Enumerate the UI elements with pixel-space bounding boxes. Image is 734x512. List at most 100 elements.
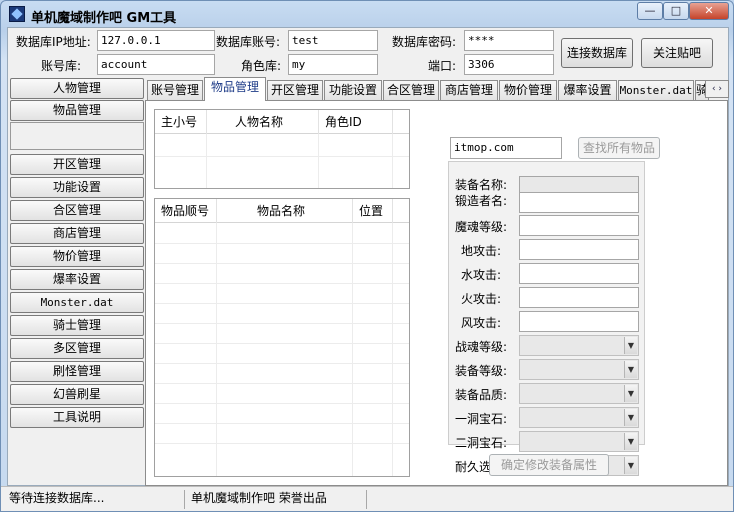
sidebar-item-monster-spawn[interactable]: 刷怪管理 (10, 361, 144, 382)
items-grid-header: 物品顺号 物品名称 位置 (155, 199, 409, 223)
items-grid-line (392, 223, 393, 476)
earth-attack-field[interactable] (519, 239, 639, 260)
sidebar-item-monster-dat[interactable]: Monster.dat (10, 292, 144, 313)
status-credits: 单机魔域制作吧 荣誉出品 (187, 490, 367, 509)
title-bar: 单机魔域制作吧 GM工具 — □ ✕ (1, 1, 733, 29)
roles-grid-line (318, 134, 319, 188)
role-db-field[interactable]: my (288, 54, 378, 75)
chevron-down-icon: ▼ (624, 457, 637, 474)
gem-slot-1-label: 一洞宝石: (455, 412, 508, 426)
items-grid-row (155, 323, 409, 324)
sidebar-item-items[interactable]: 物品管理 (10, 100, 144, 121)
roles-grid-line (206, 134, 207, 188)
tab-scroll-arrows[interactable]: ‹ › (705, 80, 729, 98)
equip-name-field[interactable] (519, 176, 639, 193)
sidebar-item-shop[interactable]: 商店管理 (10, 223, 144, 244)
sidebar-item-help[interactable]: 工具说明 (10, 407, 144, 428)
status-connection: 等待连接数据库... (5, 490, 185, 509)
close-button[interactable]: ✕ (689, 2, 729, 20)
sidebar-item-prices[interactable]: 物价管理 (10, 246, 144, 267)
sidebar-item-pet-star[interactable]: 幻兽刷星 (10, 384, 144, 405)
tab-features[interactable]: 功能设置 (324, 80, 382, 100)
tab-droprate[interactable]: 爆率设置 (558, 80, 617, 100)
db-account-label: 数据库账号: (216, 35, 281, 49)
status-extra (369, 490, 725, 509)
item-search-field[interactable]: itmop.com (450, 137, 562, 159)
chevron-down-icon: ▼ (624, 361, 637, 378)
items-col-seq[interactable]: 物品顺号 (155, 199, 217, 223)
fire-attack-label: 火攻击: (461, 292, 502, 306)
sidebar-spacer (10, 122, 144, 150)
items-grid-row (155, 343, 409, 344)
db-account-field[interactable]: test (288, 30, 378, 51)
wind-attack-field[interactable] (519, 311, 639, 332)
water-attack-field[interactable] (519, 263, 639, 284)
app-window: 单机魔域制作吧 GM工具 — □ ✕ 数据库IP地址: 127.0.0.1 数据… (0, 0, 734, 512)
gem-slot-1-select[interactable]: ▼ (519, 407, 639, 428)
items-grid-row (155, 243, 409, 244)
roles-grid-row (155, 156, 409, 157)
war-soul-level-label: 战魂等级: (455, 340, 508, 354)
db-ip-field[interactable]: 127.0.0.1 (97, 30, 215, 51)
sidebar-item-knight[interactable]: 骑士管理 (10, 315, 144, 336)
equipment-form: 装备名称: 锻造者名: 魔魂等级: 地攻击: 水攻击: 火攻击: 风攻击: 战魂… (448, 161, 645, 476)
chevron-down-icon: ▼ (624, 409, 637, 426)
sidebar-item-merge[interactable]: 合区管理 (10, 200, 144, 221)
equip-level-label: 装备等级: (455, 364, 508, 378)
items-grid-row (155, 283, 409, 284)
account-db-label: 账号库: (41, 59, 82, 73)
gem-slot-2-select[interactable]: ▼ (519, 431, 639, 452)
sidebar-item-character[interactable]: 人物管理 (10, 78, 144, 99)
chevron-down-icon: ▼ (624, 433, 637, 450)
db-password-label: 数据库密码: (392, 35, 457, 49)
app-logo-icon (9, 6, 25, 22)
role-db-label: 角色库: (241, 59, 282, 73)
roles-col-id[interactable]: 角色ID (319, 110, 393, 134)
soul-level-label: 魔魂等级: (455, 220, 508, 234)
equip-name-label: 装备名称: (455, 178, 508, 192)
sidebar-item-droprate[interactable]: 爆率设置 (10, 269, 144, 290)
tab-merge[interactable]: 合区管理 (383, 80, 439, 100)
sidebar-item-multi-zone[interactable]: 多区管理 (10, 338, 144, 359)
items-col-name[interactable]: 物品名称 (217, 199, 353, 223)
maximize-button[interactable]: □ (663, 2, 689, 20)
sidebar-item-features[interactable]: 功能设置 (10, 177, 144, 198)
roles-grid-header: 主小号 人物名称 角色ID (155, 110, 409, 134)
wind-attack-label: 风攻击: (461, 316, 502, 330)
items-col-position[interactable]: 位置 (353, 199, 393, 223)
tab-prices[interactable]: 物价管理 (499, 80, 557, 100)
equip-level-select[interactable]: ▼ (519, 359, 639, 380)
tab-monster-dat[interactable]: Monster.dat (618, 80, 694, 100)
water-attack-label: 水攻击: (461, 268, 502, 282)
tab-account[interactable]: 账号管理 (147, 80, 203, 100)
tab-items[interactable]: 物品管理 (204, 77, 266, 101)
tab-shop[interactable]: 商店管理 (440, 80, 498, 100)
roles-grid-line (392, 134, 393, 188)
follow-tieba-button[interactable]: 关注贴吧 (641, 38, 713, 68)
confirm-modify-equipment-button[interactable]: 确定修改装备属性 (489, 454, 609, 476)
roles-grid[interactable]: 主小号 人物名称 角色ID (154, 109, 410, 189)
account-db-field[interactable]: account (97, 54, 215, 75)
war-soul-level-select[interactable]: ▼ (519, 335, 639, 356)
soul-level-field[interactable] (519, 215, 639, 236)
sidebar-item-server-open[interactable]: 开区管理 (10, 154, 144, 175)
items-grid[interactable]: 物品顺号 物品名称 位置 (154, 198, 410, 477)
minimize-button[interactable]: — (637, 2, 663, 20)
forger-name-label: 锻造者名: (455, 194, 508, 208)
port-label: 端口: (428, 59, 457, 73)
connect-db-button[interactable]: 连接数据库 (561, 38, 633, 68)
roles-col-main[interactable]: 主小号 (155, 110, 207, 134)
fire-attack-field[interactable] (519, 287, 639, 308)
forger-name-field[interactable] (519, 192, 639, 213)
items-grid-line (216, 223, 217, 476)
port-field[interactable]: 3306 (464, 54, 554, 75)
equip-quality-select[interactable]: ▼ (519, 383, 639, 404)
find-all-items-button[interactable]: 查找所有物品 (578, 137, 660, 159)
items-grid-row (155, 403, 409, 404)
items-grid-row (155, 383, 409, 384)
db-password-field[interactable]: **** (464, 30, 554, 51)
roles-col-name[interactable]: 人物名称 (207, 110, 319, 134)
tab-server-open[interactable]: 开区管理 (267, 80, 323, 100)
gem-slot-2-label: 二洞宝石: (455, 436, 508, 450)
items-grid-row (155, 423, 409, 424)
